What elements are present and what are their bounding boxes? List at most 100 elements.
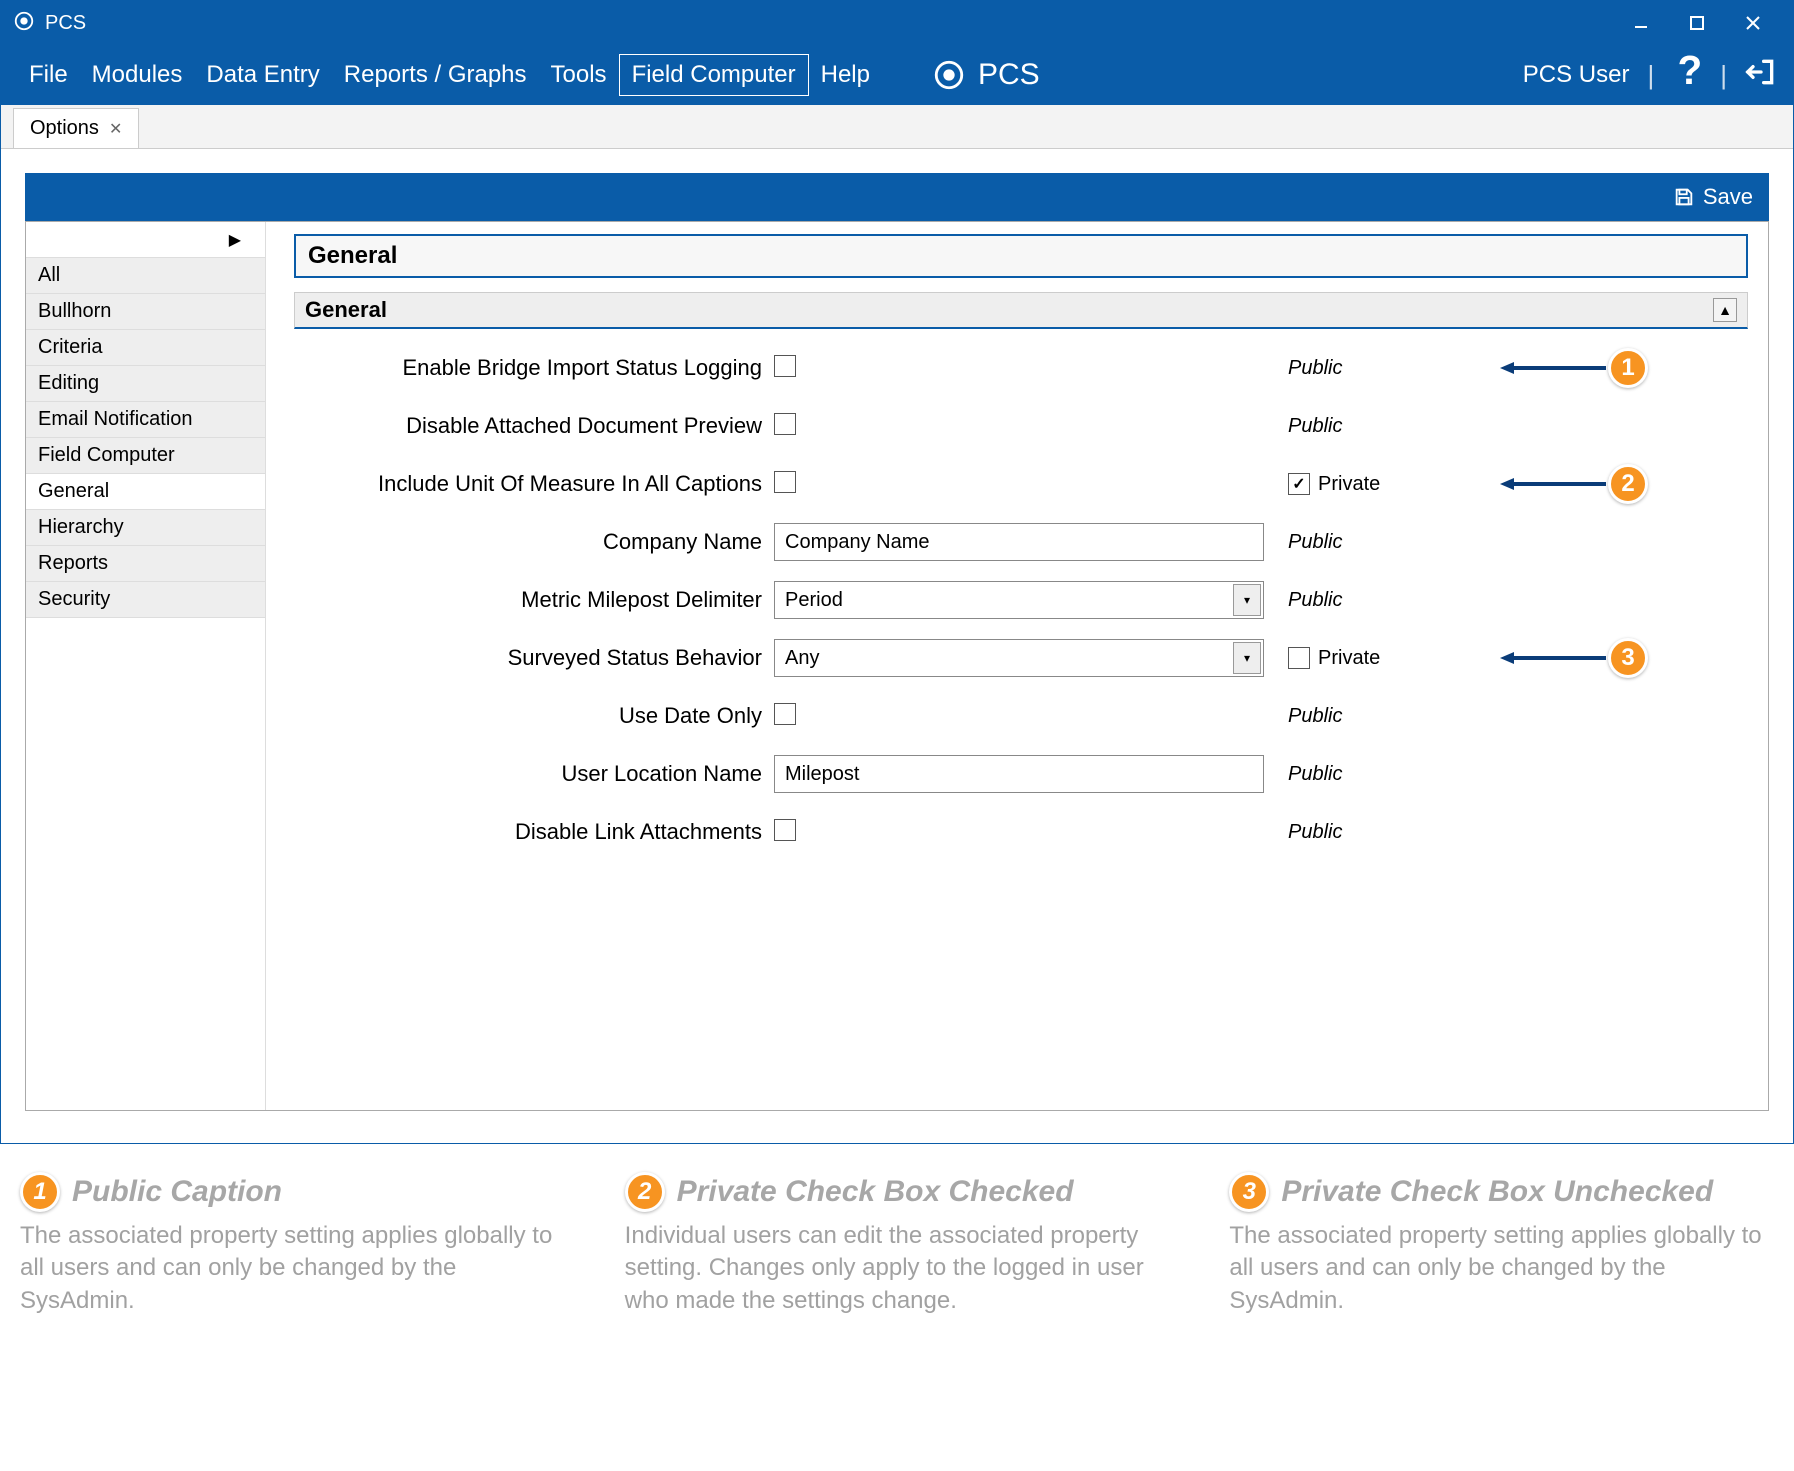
setting-checkbox[interactable] [774, 413, 796, 435]
setting-checkbox[interactable] [774, 703, 796, 725]
menu-file[interactable]: File [17, 53, 80, 97]
save-button[interactable]: Save [1673, 184, 1753, 210]
svg-text:?: ? [1678, 53, 1703, 91]
sidebar-item-editing[interactable]: Editing [26, 365, 265, 402]
callout-badge: 3 [1608, 638, 1648, 678]
maximize-button[interactable] [1669, 1, 1725, 45]
scope-label: Private [1288, 647, 1488, 670]
scope-label: Public [1288, 589, 1488, 612]
sidebar-item-security[interactable]: Security [26, 581, 265, 618]
brand-icon [932, 58, 966, 92]
setting-text-input[interactable] [774, 523, 1264, 561]
sidebar-item-bullhorn[interactable]: Bullhorn [26, 293, 265, 330]
scope-label: Public [1288, 763, 1488, 786]
setting-row: Company Name Public [294, 513, 1748, 571]
setting-row: Use Date Only Public [294, 687, 1748, 745]
setting-label: Disable Attached Document Preview [294, 413, 774, 439]
sidebar-item-hierarchy[interactable]: Hierarchy [26, 509, 265, 546]
callout-badge: 2 [1608, 464, 1648, 504]
legend-title-text: Public Caption [72, 1175, 282, 1209]
setting-text-input[interactable] [774, 755, 1264, 793]
form-panel: General General ▲ Enable Bridge Import S… [266, 222, 1768, 1110]
menu-field-computer[interactable]: Field Computer [619, 54, 809, 96]
setting-label: Enable Bridge Import Status Logging [294, 355, 774, 381]
setting-row: Metric Milepost DelimiterPeriod▾ Public [294, 571, 1748, 629]
divider: | [1647, 60, 1654, 91]
save-label: Save [1703, 184, 1753, 210]
setting-row: Disable Link Attachments Public [294, 803, 1748, 861]
menu-help[interactable]: Help [809, 53, 882, 97]
legend-body: Individual users can edit the associated… [625, 1220, 1170, 1317]
scope-label: Public [1288, 415, 1488, 438]
user-label[interactable]: PCS User [1523, 61, 1630, 89]
sidebar-item-reports[interactable]: Reports [26, 545, 265, 582]
setting-select[interactable]: Any▾ [774, 639, 1264, 677]
scope-label: Private [1288, 473, 1488, 496]
menu-data-entry[interactable]: Data Entry [194, 53, 331, 97]
setting-row: Surveyed Status BehaviorAny▾ Private 3 [294, 629, 1748, 687]
callout-badge: 2 [625, 1172, 665, 1212]
setting-select[interactable]: Period▾ [774, 581, 1264, 619]
scope-label: Public [1288, 705, 1488, 728]
setting-label: Use Date Only [294, 703, 774, 729]
callout-badge: 1 [20, 1172, 60, 1212]
callout-arrow: 2 [1498, 464, 1648, 504]
title-bar: PCS [1, 1, 1793, 45]
close-button[interactable] [1725, 1, 1781, 45]
sidebar-item-field-computer[interactable]: Field Computer [26, 437, 265, 474]
callout-badge: 1 [1608, 348, 1648, 388]
setting-checkbox[interactable] [774, 355, 796, 377]
private-checkbox[interactable] [1288, 473, 1310, 495]
legend-title-text: Private Check Box Checked [677, 1175, 1074, 1209]
sidebar-item-criteria[interactable]: Criteria [26, 329, 265, 366]
brand: PCS [932, 58, 1040, 92]
sidebar-item-all[interactable]: All [26, 257, 265, 294]
sidebar-item-email-notification[interactable]: Email Notification [26, 401, 265, 438]
private-checkbox[interactable] [1288, 647, 1310, 669]
menu-bar: File Modules Data Entry Reports / Graphs… [1, 45, 1793, 105]
legend-item: 2 Private Check Box Checked Individual use… [625, 1172, 1170, 1317]
setting-label: Surveyed Status Behavior [294, 645, 774, 671]
setting-label: Company Name [294, 529, 774, 555]
tab-options[interactable]: Options ✕ [13, 108, 139, 148]
setting-label: Disable Link Attachments [294, 819, 774, 845]
setting-label: Include Unit Of Measure In All Captions [294, 471, 774, 497]
legend-title-text: Private Check Box Unchecked [1281, 1175, 1713, 1209]
callout-arrow: 3 [1498, 638, 1648, 678]
brand-label: PCS [978, 58, 1040, 92]
sidebar-item-general[interactable]: General [26, 473, 265, 510]
callout-badge: 3 [1229, 1172, 1269, 1212]
legend-body: The associated property setting applies … [20, 1220, 565, 1317]
setting-label: User Location Name [294, 761, 774, 787]
minimize-button[interactable] [1613, 1, 1669, 45]
section-title: General [305, 297, 387, 323]
legend: 1 Public Caption The associated property s… [0, 1144, 1794, 1317]
help-icon[interactable]: ? [1672, 53, 1702, 98]
app-window: PCS File Modules Data Entry Reports / Gr… [0, 0, 1794, 1144]
toolbar: Save [25, 173, 1769, 221]
setting-row: Disable Attached Document Preview Public [294, 397, 1748, 455]
collapse-button[interactable]: ▲ [1713, 298, 1737, 322]
logout-icon[interactable] [1745, 56, 1777, 95]
setting-row: Include Unit Of Measure In All Captions P… [294, 455, 1748, 513]
scope-label: Public [1288, 821, 1488, 844]
setting-row: User Location Name Public [294, 745, 1748, 803]
setting-row: Enable Bridge Import Status Logging Publi… [294, 339, 1748, 397]
panel-title: General [294, 234, 1748, 278]
setting-label: Metric Milepost Delimiter [294, 587, 774, 613]
setting-checkbox[interactable] [774, 819, 796, 841]
callout-arrow: 1 [1498, 348, 1648, 388]
content-box: ▶ AllBullhornCriteriaEditingEmail Notifi… [25, 221, 1769, 1111]
app-icon [13, 10, 35, 37]
tab-strip: Options ✕ [1, 105, 1793, 149]
setting-checkbox[interactable] [774, 471, 796, 493]
menu-modules[interactable]: Modules [80, 53, 195, 97]
scope-label: Public [1288, 357, 1488, 380]
menu-reports-graphs[interactable]: Reports / Graphs [332, 53, 539, 97]
menu-tools[interactable]: Tools [539, 53, 619, 97]
scope-label: Public [1288, 531, 1488, 554]
sidebar-expand-icon[interactable]: ▶ [26, 222, 265, 258]
save-icon [1673, 186, 1695, 208]
section-header: General ▲ [294, 292, 1748, 329]
close-icon[interactable]: ✕ [109, 119, 122, 139]
